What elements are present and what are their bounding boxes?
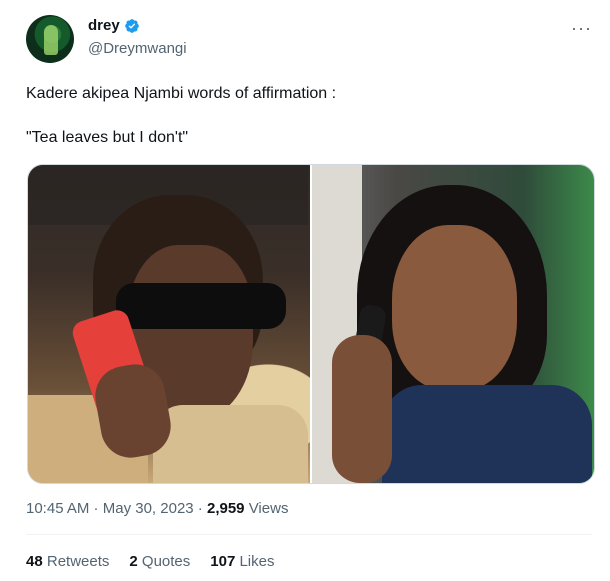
meta-separator: · bbox=[193, 500, 207, 517]
woman-blazer bbox=[382, 385, 592, 483]
avatar[interactable] bbox=[26, 15, 74, 63]
likes-label: Likes bbox=[235, 553, 275, 570]
divider bbox=[26, 534, 592, 535]
author-handle[interactable]: @Dreymwangi bbox=[88, 40, 187, 57]
avatar-figure bbox=[44, 25, 58, 55]
tweet-media[interactable] bbox=[27, 164, 595, 484]
woman-hand bbox=[332, 335, 392, 483]
views-count: 2,959 bbox=[206, 500, 245, 517]
man-jacket bbox=[153, 405, 308, 483]
tweet-meta: 10:45 AM · May 30, 2023 · 2,959 Views bbox=[26, 500, 288, 517]
quotes-label: Quotes bbox=[137, 553, 191, 570]
tweet-time[interactable]: 10:45 AM bbox=[26, 500, 89, 517]
quotes-stat[interactable]: 2 Quotes bbox=[129, 553, 190, 570]
retweets-label: Retweets bbox=[42, 553, 110, 570]
likes-count: 107 bbox=[210, 553, 236, 570]
author-name-row: drey bbox=[88, 17, 140, 34]
meta-separator: · bbox=[89, 500, 103, 517]
quotes-count: 2 bbox=[129, 553, 138, 570]
verified-badge-icon bbox=[124, 18, 139, 33]
engagement-stats: 48 Retweets 2 Quotes 107 Likes bbox=[26, 553, 274, 570]
likes-stat[interactable]: 107 Likes bbox=[210, 553, 274, 570]
tweet-date[interactable]: May 30, 2023 bbox=[103, 500, 194, 517]
photo-woman-on-phone[interactable] bbox=[312, 165, 594, 483]
retweets-count: 48 bbox=[26, 553, 43, 570]
woman-face bbox=[392, 225, 517, 390]
author-display-name[interactable]: drey bbox=[88, 17, 120, 34]
sunglasses bbox=[116, 283, 286, 329]
photo-man-on-phone[interactable] bbox=[28, 165, 310, 483]
views-label: Views bbox=[244, 500, 289, 517]
tweet-text: Kadere akipea Njambi words of affirmatio… bbox=[26, 85, 337, 146]
tweet-card: drey @Dreymwangi ··· Kadere akipea Njamb… bbox=[0, 0, 610, 581]
retweets-stat[interactable]: 48 Retweets bbox=[26, 553, 109, 570]
more-horizontal-icon[interactable]: ··· bbox=[571, 18, 592, 39]
